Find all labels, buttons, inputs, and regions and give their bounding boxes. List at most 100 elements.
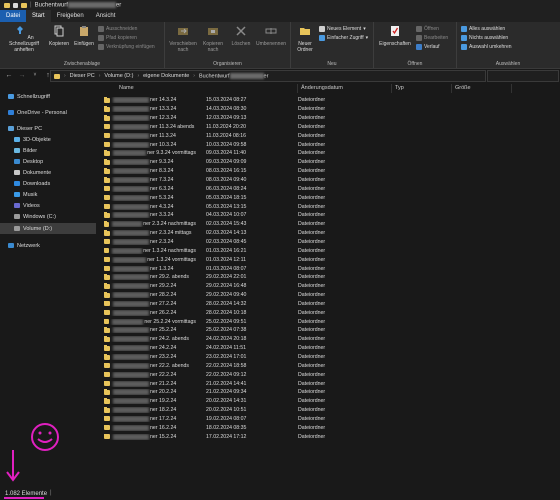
new-folder-button[interactable]: Neuer Ordner <box>293 25 317 53</box>
tab-datei[interactable]: Datei <box>0 10 27 22</box>
new-item-button[interactable]: Neues Element ▾ <box>319 26 366 32</box>
nav-item-bilder[interactable]: Bilder <box>14 145 37 156</box>
table-row[interactable]: ner 28.2.24 29.02.2024 09:40 Dateiordner <box>104 291 384 300</box>
history-button[interactable]: Verlauf <box>416 44 440 50</box>
file-name-cell: ner 10.3.24 <box>104 141 196 148</box>
open-button[interactable]: Öffnen <box>416 26 439 32</box>
nav-item-desktop[interactable]: Desktop <box>14 156 43 167</box>
table-row[interactable]: ner 8.3.24 08.03.2024 16:15 Dateiordner <box>104 167 384 176</box>
column-header-size[interactable]: Größe <box>452 84 512 93</box>
table-row[interactable]: ner 15.2.24 17.02.2024 17:12 Dateiordner <box>104 432 384 441</box>
table-row[interactable]: ner 13.3.24 14.03.2024 08:30 Dateiordner <box>104 105 384 114</box>
tab-ansicht[interactable]: Ansicht <box>90 10 122 22</box>
select-none-button[interactable]: Nichts auswählen <box>461 35 508 41</box>
column-header-name[interactable]: Name <box>116 84 298 93</box>
table-row[interactable]: ner 5.3.24 05.03.2024 18:15 Dateiordner <box>104 193 384 202</box>
table-row[interactable]: ner 10.3.24 10.03.2024 09:58 Dateiordner <box>104 140 384 149</box>
invert-selection-button[interactable]: Auswahl umkehren <box>461 44 512 50</box>
nav-item-videos[interactable]: Videos <box>14 200 40 211</box>
table-row[interactable]: ner 19.2.24 20.02.2024 14:31 Dateiordner <box>104 397 384 406</box>
folder-icon[interactable] <box>4 2 10 8</box>
breadcrumb[interactable]: › Dieser PC › Volume (D:) › eigene Dokum… <box>50 70 486 82</box>
easy-access-button[interactable]: Einfacher Zugriff ▾ <box>319 35 368 41</box>
table-row[interactable]: ner 1.3.24 vormittags 01.03.2024 12:11 Dat… <box>104 255 384 264</box>
table-row[interactable]: ner 25.2.24 vormittags 25.02.2024 09:51 Da… <box>104 317 384 326</box>
pin-quick-access-button[interactable]: An Schnellzugriff anheften <box>2 25 46 53</box>
table-row[interactable]: ner 20.2.24 21.02.2024 09:34 Dateiordner <box>104 388 384 397</box>
delete-button[interactable]: Löschen <box>229 25 253 47</box>
table-row[interactable]: ner 21.2.24 21.02.2024 14:41 Dateiordner <box>104 379 384 388</box>
table-row[interactable]: ner 9.3.24 09.03.2024 09:09 Dateiordner <box>104 158 384 167</box>
table-row[interactable]: ner 24.2.24 24.02.2024 11:51 Dateiordner <box>104 344 384 353</box>
select-all-button[interactable]: Alles auswählen <box>461 26 505 32</box>
nav-item-dieser-pc[interactable]: Dieser PC <box>8 123 42 134</box>
recent-chevron-icon[interactable]: ˅ <box>31 72 39 78</box>
nav-item-downloads[interactable]: Downloads <box>14 178 50 189</box>
search-input[interactable] <box>487 70 559 82</box>
file-type-cell: Dateiordner <box>298 292 326 299</box>
move-to-button[interactable]: Verschieben nach <box>169 25 197 53</box>
table-row[interactable]: ner 6.3.24 06.03.2024 08:24 Dateiordner <box>104 185 384 194</box>
table-row[interactable]: ner 2.3.24 nachmittags 02.03.2024 15:43 Da… <box>104 220 384 229</box>
file-date-cell: 08.03.2024 16:15 <box>206 168 247 175</box>
tab-freigeben[interactable]: Freigeben <box>51 10 90 22</box>
table-row[interactable]: ner 26.2.24 28.02.2024 10:18 Dateiordner <box>104 308 384 317</box>
table-row[interactable]: ner 1.3.24 01.03.2024 08:07 Dateiordner <box>104 264 384 273</box>
copy-to-button[interactable]: Kopieren nach <box>199 25 227 53</box>
table-row[interactable]: ner 29.2. abends 29.02.2024 22:01 Dateiord… <box>104 273 384 282</box>
copy-path-button[interactable]: Pfad kopieren <box>98 35 137 41</box>
nav-item-3d-objekte[interactable]: 3D-Objekte <box>14 134 51 145</box>
crumb-current-folder[interactable]: Buchentwurf er <box>199 72 268 79</box>
table-row[interactable]: ner 9.3.24 vormittags 09.03.2024 11:40 Dat… <box>104 149 384 158</box>
rename-button[interactable]: Umbenennen <box>254 25 288 47</box>
nav-item-volume-d[interactable]: Volume (D:) <box>0 223 96 234</box>
table-row[interactable]: ner 11.3.24 abends 11.03.2024 20:20 Dateio… <box>104 123 384 132</box>
folder-icon <box>104 327 110 333</box>
file-name-cell: ner 6.3.24 <box>104 185 196 192</box>
properties-button[interactable]: Eigenschaften <box>376 25 414 47</box>
edit-button[interactable]: Bearbeiten <box>416 35 448 41</box>
new-folder-icon[interactable] <box>21 2 27 8</box>
table-row[interactable]: ner 2.3.24 mittags 02.03.2024 14:13 Dateio… <box>104 229 384 238</box>
crumb-dieser-pc[interactable]: Dieser PC <box>70 73 95 79</box>
cut-button[interactable]: Ausschneiden <box>98 26 137 32</box>
table-row[interactable]: ner 25.2.24 25.02.2024 07:38 Dateiordner <box>104 326 384 335</box>
tab-start[interactable]: Start <box>26 10 51 22</box>
paste-button[interactable]: Einfügen <box>72 25 96 47</box>
table-row[interactable]: ner 23.2.24 23.02.2024 17:01 Dateiordner <box>104 353 384 362</box>
properties-icon[interactable] <box>13 2 18 8</box>
nav-item-schnellzugriff[interactable]: Schnellzugriff <box>8 91 50 102</box>
table-row[interactable]: ner 24.2. abends 24.02.2024 20:18 Dateiord… <box>104 335 384 344</box>
nav-item-onedrive[interactable]: OneDrive - Personal <box>8 107 67 118</box>
table-row[interactable]: ner 18.2.24 20.02.2024 10:51 Dateiordner <box>104 406 384 415</box>
table-row[interactable]: ner 12.3.24 12.03.2024 09:13 Dateiordner <box>104 114 384 123</box>
table-row[interactable]: ner 17.2.24 19.02.2024 08:07 Dateiordner <box>104 415 384 424</box>
table-row[interactable]: ner 3.3.24 04.03.2024 10:07 Dateiordner <box>104 211 384 220</box>
paste-link-button[interactable]: Verknüpfung einfügen <box>98 44 155 50</box>
table-row[interactable]: ner 22.2. abends 22.02.2024 18:58 Dateiord… <box>104 362 384 371</box>
table-row[interactable]: ner 16.2.24 18.02.2024 08:35 Dateiordner <box>104 423 384 432</box>
crumb-volume-d[interactable]: Volume (D:) <box>104 73 133 79</box>
nav-item-musik[interactable]: Musik <box>14 189 37 200</box>
table-row[interactable]: ner 2.3.24 02.03.2024 08:45 Dateiordner <box>104 238 384 247</box>
column-header-type[interactable]: Typ <box>392 84 452 93</box>
table-row[interactable]: ner 1.3.24 nachmittags 01.03.2024 16:21 Da… <box>104 246 384 255</box>
nav-item-windows-c[interactable]: Windows (C:) <box>14 211 56 222</box>
table-row[interactable]: ner 7.3.24 08.03.2024 09:40 Dateiordner <box>104 176 384 185</box>
copy-icon <box>54 25 64 37</box>
copy-button[interactable]: Kopieren <box>47 25 71 47</box>
table-row[interactable]: ner 14.3.24 15.03.2024 08:27 Dateiordner <box>104 96 384 105</box>
forward-arrow-icon[interactable]: → <box>18 72 26 79</box>
nav-item-dokumente[interactable]: Dokumente <box>14 167 51 178</box>
nav-item-netzwerk[interactable]: Netzwerk <box>8 240 40 251</box>
back-arrow-icon[interactable]: ← <box>5 72 13 79</box>
file-type-cell: Dateiordner <box>298 336 326 343</box>
column-header-date[interactable]: Änderungsdatum <box>298 84 392 93</box>
table-row[interactable]: ner 4.3.24 05.03.2024 13:15 Dateiordner <box>104 202 384 211</box>
table-row[interactable]: ner 27.2.24 28.02.2024 14:32 Dateiordner <box>104 300 384 309</box>
file-type-cell: Dateiordner <box>298 141 326 148</box>
table-row[interactable]: ner 11.3.24 11.03.2024 08:16 Dateiordner <box>104 131 384 140</box>
table-row[interactable]: ner 22.2.24 22.02.2024 09:12 Dateiordner <box>104 370 384 379</box>
table-row[interactable]: ner 29.2.24 29.02.2024 16:48 Dateiordner <box>104 282 384 291</box>
crumb-eigene-dokumente[interactable]: eigene Dokumente <box>143 73 189 79</box>
